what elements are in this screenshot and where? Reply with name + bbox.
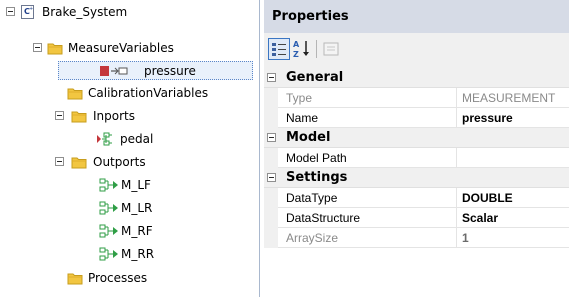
tree-node-m-rf[interactable]: M_RF	[0, 221, 250, 241]
collapse-toggle[interactable]	[55, 111, 64, 120]
outport-icon	[99, 246, 121, 262]
category-model[interactable]: Model	[264, 128, 569, 148]
measurement-icon	[99, 63, 128, 79]
tree-node-measurevariables[interactable]: MeasureVariables	[0, 38, 250, 58]
tree-label-root: Brake_System	[42, 5, 128, 19]
tree-label: pedal	[120, 132, 154, 146]
property-name: ArraySize	[286, 231, 339, 245]
property-name: Type	[286, 91, 313, 105]
property-value[interactable]: Scalar	[462, 208, 569, 227]
collapse-toggle[interactable]	[55, 157, 64, 166]
outport-icon	[99, 177, 121, 193]
tree-node-inports[interactable]: Inports	[0, 106, 250, 126]
collapse-toggle[interactable]	[267, 73, 276, 82]
svg-text:+: +	[29, 6, 33, 12]
tree-node-pedal[interactable]: pedal	[0, 129, 250, 149]
property-row-datastructure[interactable]: DataStructure Scalar	[264, 208, 569, 228]
property-row-name[interactable]: Name pressure	[264, 108, 569, 128]
tree-node-processes[interactable]: Processes	[0, 268, 250, 288]
tree-label: M_LF	[121, 178, 151, 192]
property-value[interactable]: pressure	[462, 108, 569, 127]
property-value: 1	[462, 231, 469, 245]
category-label: Model	[286, 130, 331, 145]
property-name: DataType	[286, 191, 338, 205]
svg-text:A: A	[293, 40, 300, 49]
tree-node-m-rr[interactable]: M_RR	[0, 244, 250, 264]
tree-label: Processes	[88, 271, 148, 285]
tree-label: MeasureVariables	[68, 41, 174, 55]
tree-label: Outports	[93, 155, 146, 169]
tree-label: M_RF	[121, 224, 153, 238]
tree-node-root[interactable]: C + Brake_System	[0, 2, 250, 22]
collapse-toggle[interactable]	[33, 43, 42, 52]
properties-panel: Properties AZ General Type MEASUREMENT N…	[264, 0, 569, 297]
tree-label: M_LR	[121, 201, 153, 215]
category-general[interactable]: General	[264, 68, 569, 88]
folder-icon	[67, 270, 83, 286]
folder-icon	[67, 85, 83, 101]
tree-node-outports[interactable]: Outports	[0, 152, 250, 172]
folder-icon	[71, 154, 87, 170]
collapse-toggle[interactable]	[267, 133, 276, 142]
collapse-toggle[interactable]	[6, 7, 15, 16]
tree-label: M_RR	[121, 247, 155, 261]
property-pages-button[interactable]	[321, 38, 341, 60]
tree-label: pressure	[144, 64, 196, 78]
property-name: Name	[286, 111, 319, 125]
category-label: General	[286, 70, 344, 85]
svg-text:Z: Z	[293, 50, 299, 59]
folder-icon	[47, 40, 63, 56]
property-row-type[interactable]: Type MEASUREMENT	[264, 88, 569, 108]
tree-node-pressure[interactable]: pressure	[0, 61, 250, 81]
inport-icon	[96, 131, 118, 147]
categorized-view-button[interactable]	[268, 38, 290, 60]
tree-node-m-lr[interactable]: M_LR	[0, 198, 250, 218]
property-value[interactable]	[462, 148, 569, 167]
tree-node-calibrationvariables[interactable]: CalibrationVariables	[0, 83, 250, 103]
category-settings[interactable]: Settings	[264, 168, 569, 188]
property-name: Model Path	[286, 151, 347, 165]
tree-node-m-lf[interactable]: M_LF	[0, 175, 250, 195]
category-label: Settings	[286, 170, 348, 185]
property-value[interactable]: DOUBLE	[462, 188, 569, 207]
toolbar-separator	[316, 40, 317, 58]
project-tree[interactable]: C + Brake_System MeasureVariables pressur…	[0, 0, 260, 297]
tree-label: Inports	[93, 109, 135, 123]
outport-icon	[99, 223, 121, 239]
properties-toolbar: AZ	[264, 34, 569, 64]
collapse-toggle[interactable]	[267, 173, 276, 182]
properties-title: Properties	[264, 0, 569, 33]
outport-icon	[99, 200, 121, 216]
property-value: MEASUREMENT	[462, 91, 556, 105]
property-grid[interactable]: General Type MEASUREMENT Name pressure M…	[264, 68, 569, 297]
tree-label: CalibrationVariables	[88, 86, 209, 100]
property-row-arraysize[interactable]: ArraySize 1	[264, 228, 569, 248]
system-icon: C +	[20, 4, 36, 20]
alphabetical-sort-button[interactable]: AZ	[292, 38, 312, 60]
property-name: DataStructure	[286, 211, 361, 225]
folder-icon	[71, 108, 87, 124]
property-row-model-path[interactable]: Model Path	[264, 148, 569, 168]
property-row-datatype[interactable]: DataType DOUBLE	[264, 188, 569, 208]
